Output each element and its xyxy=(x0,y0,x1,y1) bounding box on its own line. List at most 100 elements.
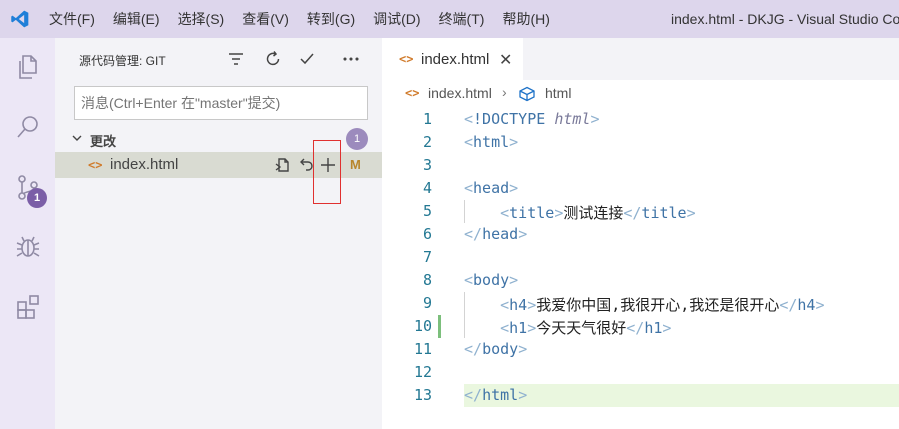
code-token: head xyxy=(482,225,519,243)
commit-check-icon[interactable] xyxy=(295,47,319,71)
code-token: !DOCTYPE xyxy=(473,110,555,128)
code-token: < xyxy=(500,296,510,314)
line-number: 3 xyxy=(422,156,432,174)
code-line: 1 <!DOCTYPE html> xyxy=(382,108,899,131)
code-token: </ xyxy=(464,225,483,243)
annotation-highlight-box xyxy=(313,140,341,204)
more-actions-icon[interactable] xyxy=(339,47,363,71)
extensions-icon[interactable] xyxy=(0,284,55,330)
code-token: 我爱你中国,我很开心,我还是很开心 xyxy=(536,296,780,314)
code-token: body xyxy=(473,271,510,289)
activity-bar: 1 xyxy=(0,38,55,429)
panel-title: 源代码管理: GIT xyxy=(79,54,166,68)
code-line: 9 <h4>我爱你中国,我很开心,我还是很开心</h4> xyxy=(382,292,899,315)
line-number: 11 xyxy=(413,340,432,358)
code-token: head xyxy=(473,179,510,197)
menu-go[interactable]: 转到(G) xyxy=(298,0,364,38)
menu-file[interactable]: 文件(F) xyxy=(40,0,104,38)
line-number: 8 xyxy=(422,271,432,289)
window-title: index.html - DKJG - Visual Studio Co xyxy=(671,11,899,27)
changed-file-name: index.html xyxy=(110,156,179,173)
editor-area: <> index.html ✕ <> index.html › html 1 <!… xyxy=(382,38,899,429)
code-token: 测试连接 xyxy=(563,204,624,222)
code-line: 4 <head> xyxy=(382,177,899,200)
code-text: </head> xyxy=(464,225,527,243)
explorer-icon[interactable] xyxy=(0,44,55,90)
symbol-element-icon xyxy=(518,86,536,105)
html-file-icon: <> xyxy=(88,158,103,172)
breadcrumb: <> index.html › html xyxy=(382,82,899,104)
line-number: 1 xyxy=(422,110,432,128)
commit-message-input[interactable] xyxy=(74,86,368,120)
code-token: > xyxy=(590,110,600,128)
code-token: > xyxy=(686,204,696,222)
menu-edit[interactable]: 编辑(E) xyxy=(104,0,169,38)
line-number: 4 xyxy=(422,179,432,197)
code-token: > xyxy=(509,179,519,197)
code-token: < xyxy=(500,204,510,222)
code-editor[interactable]: 1 <!DOCTYPE html> 2 <html> 3 4 <head> 5 <title>… xyxy=(382,104,899,424)
code-token: > xyxy=(527,319,537,337)
line-number: 13 xyxy=(413,386,432,404)
code-token: > xyxy=(518,386,528,404)
code-token: > xyxy=(554,204,564,222)
menu-terminal[interactable]: 终端(T) xyxy=(430,0,494,38)
search-icon[interactable] xyxy=(0,104,55,150)
menu-help[interactable]: 帮助(H) xyxy=(493,0,558,38)
code-text: <head> xyxy=(464,179,518,197)
menu-bar: 文件(F) 编辑(E) 选择(S) 查看(V) 转到(G) 调试(D) 终端(T… xyxy=(40,0,559,38)
code-token: title xyxy=(641,204,687,222)
code-text: <h4>我爱你中国,我很开心,我还是很开心</h4> xyxy=(464,294,824,315)
indent-guide xyxy=(464,200,465,223)
refresh-icon[interactable] xyxy=(261,47,285,71)
menu-selection[interactable]: 选择(S) xyxy=(169,0,234,38)
changes-label: 更改 xyxy=(90,134,117,149)
modified-status: M xyxy=(350,157,361,172)
code-line: 13 </html> xyxy=(382,384,899,407)
debug-icon[interactable] xyxy=(0,224,55,270)
code-line: 8 <body> xyxy=(382,269,899,292)
code-line: 7 xyxy=(382,246,899,269)
code-token: body xyxy=(482,340,519,358)
code-token: < xyxy=(500,319,510,337)
line-number: 7 xyxy=(422,248,432,266)
code-token: html xyxy=(482,386,519,404)
view-as-filter-icon[interactable] xyxy=(224,47,248,71)
code-text: </html> xyxy=(464,386,527,404)
code-token: title xyxy=(509,204,555,222)
menu-view[interactable]: 查看(V) xyxy=(233,0,298,38)
code-token: > xyxy=(662,319,672,337)
code-token: > xyxy=(509,133,519,151)
editor-tabs: <> index.html ✕ xyxy=(382,38,899,80)
code-token: </ xyxy=(779,296,798,314)
code-line: 11 </body> xyxy=(382,338,899,361)
close-icon[interactable]: ✕ xyxy=(499,50,512,70)
code-line: 12 xyxy=(382,361,899,384)
code-text: <html> xyxy=(464,133,518,151)
tab-index-html[interactable]: <> index.html ✕ xyxy=(382,38,523,80)
code-token: </ xyxy=(623,204,642,222)
open-file-icon[interactable] xyxy=(271,154,293,176)
code-token: > xyxy=(518,225,528,243)
breadcrumb-file[interactable]: index.html xyxy=(428,85,492,101)
code-line: 6 </head> xyxy=(382,223,899,246)
line-number: 6 xyxy=(422,225,432,243)
code-token: 今天天气很好 xyxy=(536,319,627,337)
menu-debug[interactable]: 调试(D) xyxy=(364,0,429,38)
git-gutter-modified xyxy=(438,315,441,338)
code-token: < xyxy=(464,271,474,289)
code-line: 2 <html> xyxy=(382,131,899,154)
line-number: 12 xyxy=(413,363,432,381)
code-token: </ xyxy=(464,386,483,404)
code-token: h4 xyxy=(509,296,528,314)
line-number: 2 xyxy=(422,133,432,151)
title-bar: 文件(F) 编辑(E) 选择(S) 查看(V) 转到(G) 调试(D) 终端(T… xyxy=(0,0,899,38)
code-line: 3 xyxy=(382,154,899,177)
code-token: html xyxy=(554,110,591,128)
code-line: 10 <h1>今天天气很好</h1> xyxy=(382,315,899,338)
breadcrumb-element[interactable]: html xyxy=(545,85,571,101)
code-token: h1 xyxy=(644,319,663,337)
tab-label: index.html xyxy=(421,51,490,68)
